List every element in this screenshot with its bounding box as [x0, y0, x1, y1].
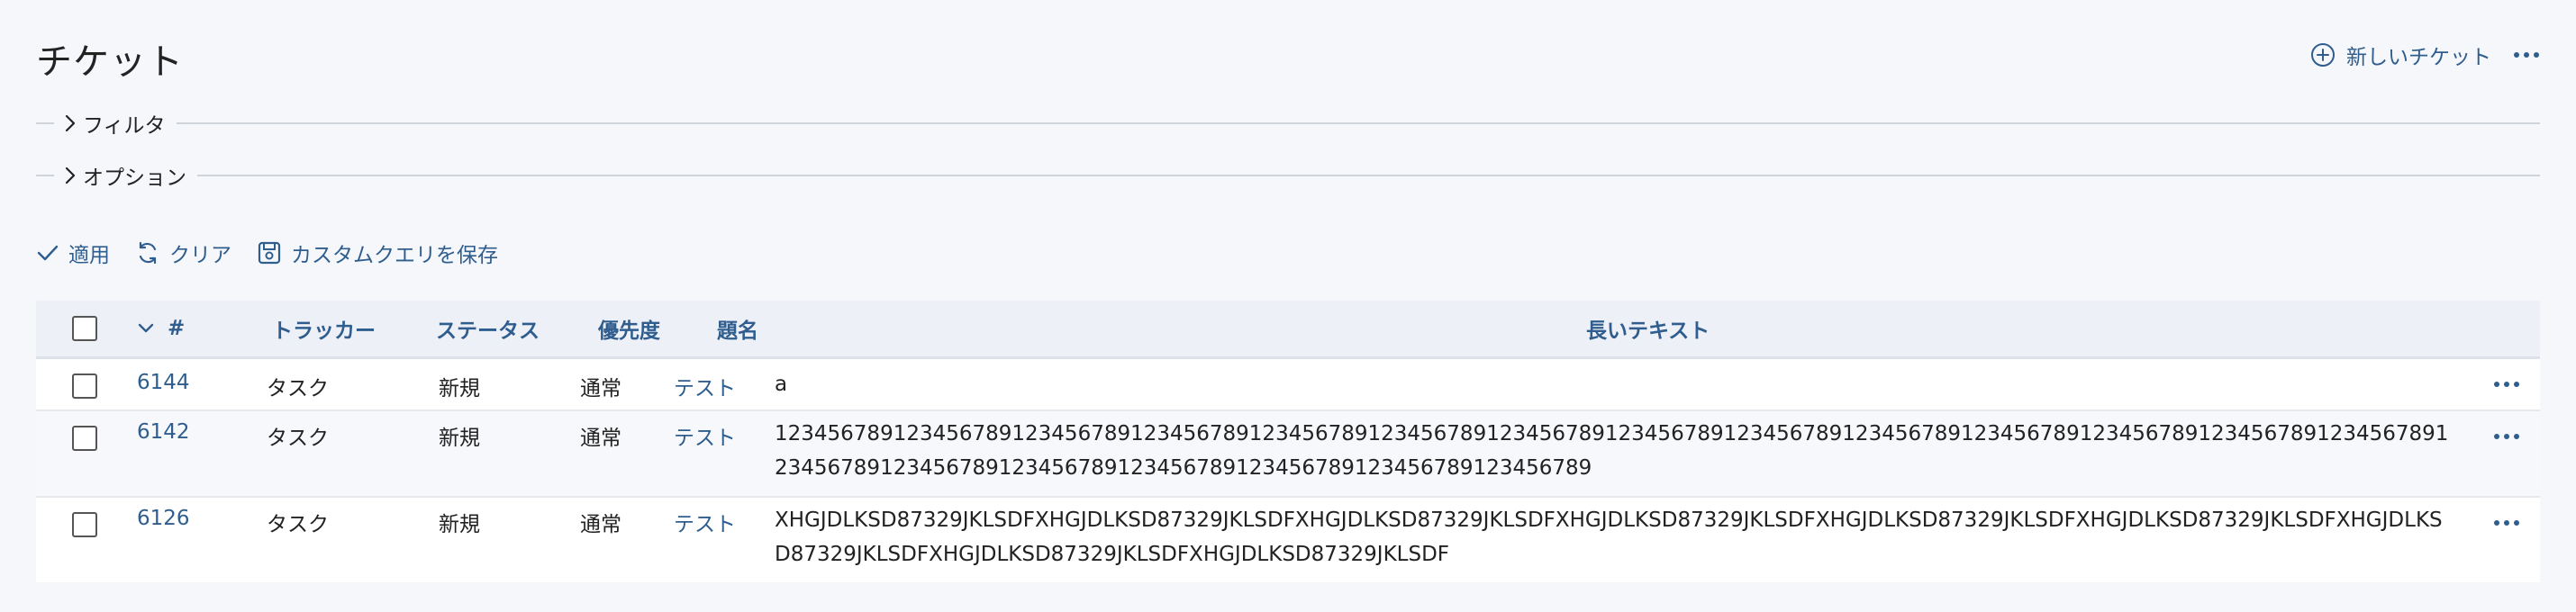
query-actions: 適用 クリア カスタムクエリを保存 — [36, 238, 498, 268]
options-toggle[interactable]: オプション — [83, 160, 186, 191]
ticket-id-link[interactable]: 6126 — [137, 507, 190, 530]
table-header: # トラッカー ステータス 優先度 題名 長いテキスト — [36, 301, 2540, 359]
long-text-cell: 1234567891234567891234567891234567891234… — [775, 422, 2449, 480]
table-row: 6142 タスク 新規 通常 テスト 123456789123456789123… — [36, 411, 2540, 498]
save-custom-query-label: カスタムクエリを保存 — [291, 244, 498, 267]
fieldset-divider — [197, 175, 2540, 176]
more-horizontal-icon — [2493, 433, 2520, 440]
table-row: 6144 タスク 新規 通常 テスト a — [36, 359, 2540, 411]
column-header-tracker[interactable]: トラッカー — [272, 301, 376, 356]
long-text-cell: XHGJDLKSD87329JKLSDFXHGJDLKSD87329JKLSDF… — [775, 508, 2443, 566]
check-icon — [36, 243, 59, 263]
row-actions-button[interactable] — [2493, 381, 2520, 388]
chevron-right-icon — [63, 113, 77, 133]
clear-label: クリア — [169, 244, 231, 267]
new-ticket-label: 新しいチケット — [2346, 46, 2491, 69]
row-checkbox[interactable] — [72, 426, 97, 451]
subject-link[interactable]: テスト — [674, 507, 736, 537]
new-ticket-button[interactable]: 新しいチケット — [2310, 40, 2491, 70]
ticket-id-link[interactable]: 6142 — [137, 420, 190, 444]
row-checkbox[interactable] — [72, 512, 97, 537]
priority-cell: 通常 — [580, 513, 621, 536]
priority-cell: 通常 — [580, 377, 621, 400]
clear-button[interactable]: クリア — [135, 238, 231, 268]
apply-button[interactable]: 適用 — [36, 238, 110, 268]
options-fieldset[interactable]: オプション — [36, 160, 2540, 191]
column-header-subject[interactable]: 題名 — [717, 301, 758, 356]
tracker-cell: タスク — [267, 427, 329, 450]
column-header-id[interactable]: # — [137, 301, 185, 356]
subject-link[interactable]: テスト — [674, 420, 736, 451]
save-icon — [257, 240, 282, 266]
column-header-id-label: # — [168, 317, 186, 340]
row-checkbox[interactable] — [72, 374, 97, 399]
fieldset-divider — [36, 122, 54, 124]
tracker-cell: タスク — [267, 377, 329, 400]
fieldset-divider — [36, 175, 54, 176]
more-horizontal-icon — [2493, 519, 2520, 526]
top-actions: 新しいチケット — [2310, 40, 2540, 70]
priority-cell: 通常 — [580, 427, 621, 450]
row-actions-button[interactable] — [2493, 433, 2520, 440]
chevron-right-icon — [63, 166, 77, 185]
column-header-priority[interactable]: 優先度 — [598, 301, 660, 356]
more-horizontal-icon — [2493, 381, 2520, 388]
page-title: チケット — [36, 41, 184, 83]
chevron-down-icon — [137, 322, 155, 335]
plus-circle-icon — [2310, 42, 2336, 68]
column-header-status[interactable]: ステータス — [436, 301, 540, 356]
subject-link[interactable]: テスト — [674, 371, 736, 401]
save-custom-query-button[interactable]: カスタムクエリを保存 — [257, 238, 498, 268]
filter-fieldset[interactable]: フィルタ — [36, 108, 2540, 139]
column-header-long-text[interactable]: 長いテキスト — [1586, 301, 1710, 356]
more-horizontal-icon — [2513, 51, 2540, 58]
filter-toggle[interactable]: フィルタ — [83, 108, 166, 139]
status-cell: 新規 — [439, 377, 480, 400]
select-all-checkbox[interactable] — [72, 316, 97, 341]
row-actions-button[interactable] — [2493, 519, 2520, 526]
refresh-icon — [135, 240, 160, 266]
fieldset-divider — [176, 122, 2540, 124]
apply-label: 適用 — [68, 244, 110, 267]
tracker-cell: タスク — [267, 513, 329, 536]
status-cell: 新規 — [439, 427, 480, 450]
tickets-table: # トラッカー ステータス 優先度 題名 長いテキスト 6144 タスク 新規 … — [36, 301, 2540, 582]
long-text-cell: a — [775, 373, 788, 396]
ticket-id-link[interactable]: 6144 — [137, 371, 190, 394]
table-row: 6126 タスク 新規 通常 テスト XHGJDLKSD87329JKLSDFX… — [36, 498, 2540, 582]
header-more-button[interactable] — [2513, 51, 2540, 58]
status-cell: 新規 — [439, 513, 480, 536]
